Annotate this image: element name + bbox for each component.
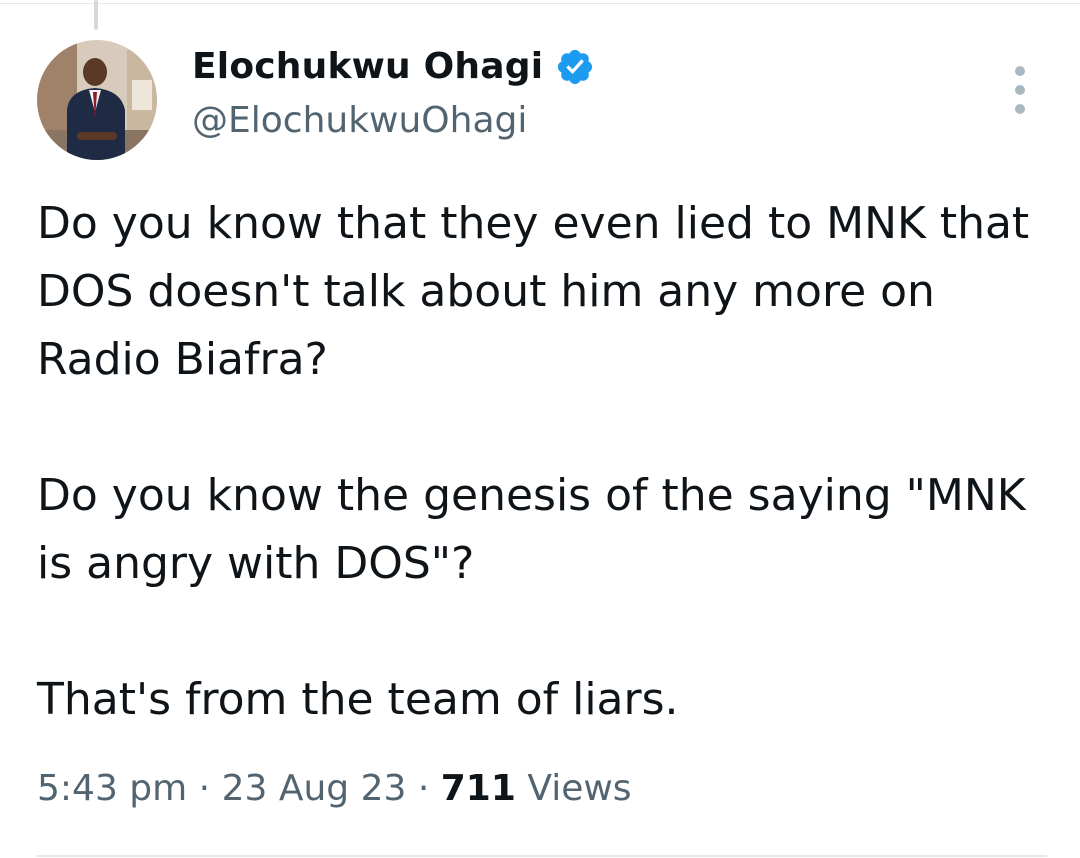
author-name-row: Elochukwu Ohagi bbox=[192, 46, 595, 87]
meta-separator: · bbox=[198, 768, 211, 809]
avatar[interactable] bbox=[37, 40, 157, 160]
tweet-date[interactable]: 23 Aug 23 bbox=[222, 768, 407, 809]
author-display-name[interactable]: Elochukwu Ohagi bbox=[192, 46, 543, 87]
views-label: Views bbox=[527, 768, 632, 809]
verified-badge-icon bbox=[555, 47, 595, 87]
thread-connector bbox=[94, 0, 98, 30]
tweet-meta: 5:43 pm · 23 Aug 23 · 711 Views bbox=[37, 768, 632, 809]
tweet-paragraph: That's from the team of liars. bbox=[37, 674, 679, 725]
more-options-icon[interactable] bbox=[1004, 66, 1036, 114]
tweet-time[interactable]: 5:43 pm bbox=[37, 768, 187, 809]
meta-separator: · bbox=[417, 768, 430, 809]
top-divider bbox=[0, 3, 1080, 4]
bottom-divider bbox=[37, 855, 1047, 857]
tweet-card: Elochukwu Ohagi @ElochukwuOhagi Do you k… bbox=[0, 0, 1080, 858]
author-handle[interactable]: @ElochukwuOhagi bbox=[192, 100, 527, 141]
tweet-text: Do you know that they even lied to MNK t… bbox=[37, 190, 1047, 734]
views-count[interactable]: 711 bbox=[441, 768, 516, 809]
tweet-paragraph: Do you know the genesis of the saying "M… bbox=[37, 470, 1026, 589]
tweet-paragraph: Do you know that they even lied to MNK t… bbox=[37, 198, 1030, 385]
